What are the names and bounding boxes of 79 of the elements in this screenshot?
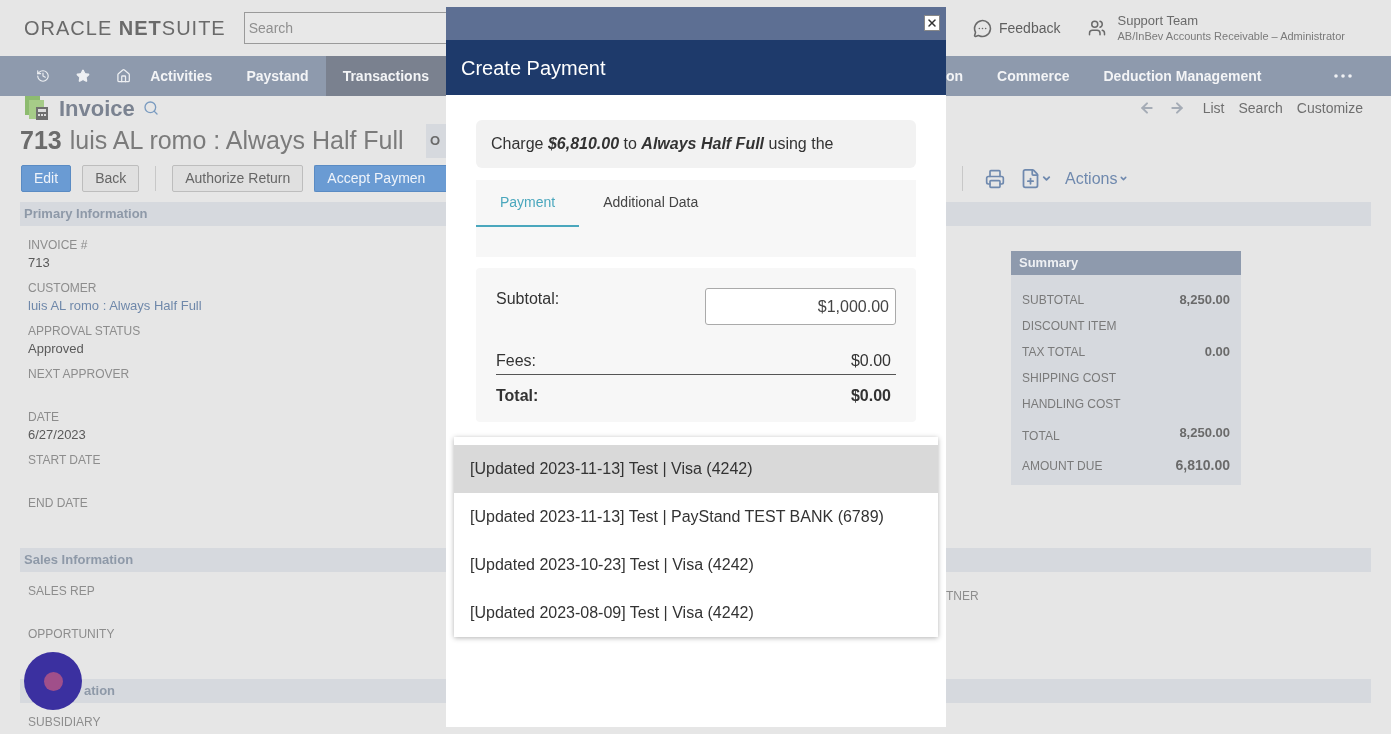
invoice-icon xyxy=(24,96,50,120)
tab[interactable]: Payment xyxy=(476,180,580,227)
summary-label: TAX TOTAL xyxy=(1022,344,1086,361)
field-label: SUBSIDIARY xyxy=(28,714,102,731)
summary-label: SHIPPING COST xyxy=(1022,370,1116,387)
record-number: 713 xyxy=(20,125,62,157)
primary-button[interactable]: Accept Paymen xyxy=(314,165,446,192)
section-title: Primary Information xyxy=(23,205,148,224)
section-title: Sales Information xyxy=(23,551,134,570)
fees-label: Fees: xyxy=(496,351,536,371)
close-button[interactable] xyxy=(924,15,940,31)
record-type-title: Invoice xyxy=(59,94,135,123)
team-icon[interactable] xyxy=(1088,19,1107,37)
chat-button[interactable] xyxy=(24,652,82,710)
nav-item[interactable]: Commerce xyxy=(980,56,1087,96)
caret-icon[interactable] xyxy=(1041,173,1052,184)
total-value: $0.00 xyxy=(850,386,892,406)
field-label: APPROVAL STATUS xyxy=(28,323,142,340)
field-label: END DATE xyxy=(28,495,89,512)
secondary-button[interactable]: Back xyxy=(82,165,140,192)
record-link[interactable]: Search xyxy=(1238,97,1283,119)
field-label: CUSTOMER xyxy=(28,280,98,297)
section-title: ation xyxy=(83,682,116,701)
new-document-icon[interactable] xyxy=(1020,168,1041,189)
fees-value: $0.00 xyxy=(850,351,892,371)
feedback-link[interactable]: Feedback xyxy=(999,17,1061,39)
field-label: OPPORTUNITY xyxy=(28,626,116,643)
total-label: Total: xyxy=(496,386,539,406)
field-label: DATE xyxy=(28,409,61,426)
search-field[interactable]: Search xyxy=(243,12,446,44)
summary-label: SUBTOTAL xyxy=(1022,292,1085,309)
nav-item[interactable]: Activities xyxy=(133,56,230,96)
nav-item[interactable]: Deduction Management xyxy=(1086,56,1279,96)
dropdown-option[interactable]: [Updated 2023-10-23] Test | Visa (4242) xyxy=(454,541,938,589)
summary-value: 8,250.00 xyxy=(1179,291,1230,310)
field-value: Approved xyxy=(28,340,85,358)
caret-icon xyxy=(1119,174,1129,183)
primary-button[interactable]: Edit xyxy=(21,165,72,192)
close-icon xyxy=(926,17,938,29)
record-link[interactable]: List xyxy=(1202,97,1225,119)
nav-item[interactable]: Paystand xyxy=(229,56,326,96)
summary-label: AMOUNT DUE xyxy=(1022,457,1103,475)
print-icon[interactable] xyxy=(985,168,1005,189)
status-badge: O xyxy=(426,124,446,158)
summary-label: HANDLING COST xyxy=(1022,396,1121,413)
nav-item[interactable]: Transactions xyxy=(325,56,446,96)
user-name[interactable]: Support Team xyxy=(1117,12,1345,29)
record-link[interactable]: Customize xyxy=(1296,97,1363,119)
field-label: SALES REP xyxy=(28,583,96,600)
field-value: 713 xyxy=(28,254,51,272)
summary-value: 8,250.00 xyxy=(1179,424,1230,443)
field-label: START DATE xyxy=(28,452,102,469)
nav-item[interactable]: on xyxy=(929,56,981,96)
user-role: AB/InBev Accounts Receivable – Administrator xyxy=(1117,29,1345,44)
customer-link[interactable]: luis AL romo : Always Half Full xyxy=(28,297,446,315)
summary-label: DISCOUNT ITEM xyxy=(1022,318,1117,335)
subtotal-field[interactable]: $1,000.00 xyxy=(705,288,896,325)
actions-menu[interactable]: Actions xyxy=(1065,166,1118,191)
dropdown-option[interactable]: [Updated 2023-11-13] Test | Visa (4242) xyxy=(454,445,938,493)
modal-title: Create Payment xyxy=(461,55,606,81)
subtotal-label: Subtotal: xyxy=(496,289,560,309)
dropdown-option[interactable]: [Updated 2023-11-13] Test | PayStand TEST BANK (6789) xyxy=(454,493,938,541)
feedback-icon[interactable] xyxy=(973,18,992,38)
more-icon[interactable] xyxy=(1334,74,1352,78)
summary-title: Summary xyxy=(1019,254,1079,273)
field-value: 6/27/2023 xyxy=(28,426,87,444)
secondary-button[interactable]: Authorize Return xyxy=(172,165,304,192)
search-icon[interactable] xyxy=(142,100,159,116)
summary-label: TOTAL xyxy=(1022,428,1060,445)
record-name: luis AL romo : Always Half Full xyxy=(69,125,404,157)
field-label: NEXT APPROVER xyxy=(28,366,131,383)
summary-value: 6,810.00 xyxy=(1175,456,1230,475)
dropdown-option[interactable]: [Updated 2023-08-09] Test | Visa (4242) xyxy=(454,589,938,637)
summary-value: 0.00 xyxy=(1204,343,1230,362)
logo: ORACLE NETSUITE xyxy=(24,16,226,41)
charge-text: Charge $6,810.00 to Always Half Full using the xyxy=(491,134,834,154)
field-label: INVOICE # xyxy=(28,237,89,254)
tab[interactable]: Additional Data xyxy=(579,180,723,227)
field-label: TNER xyxy=(946,589,979,603)
